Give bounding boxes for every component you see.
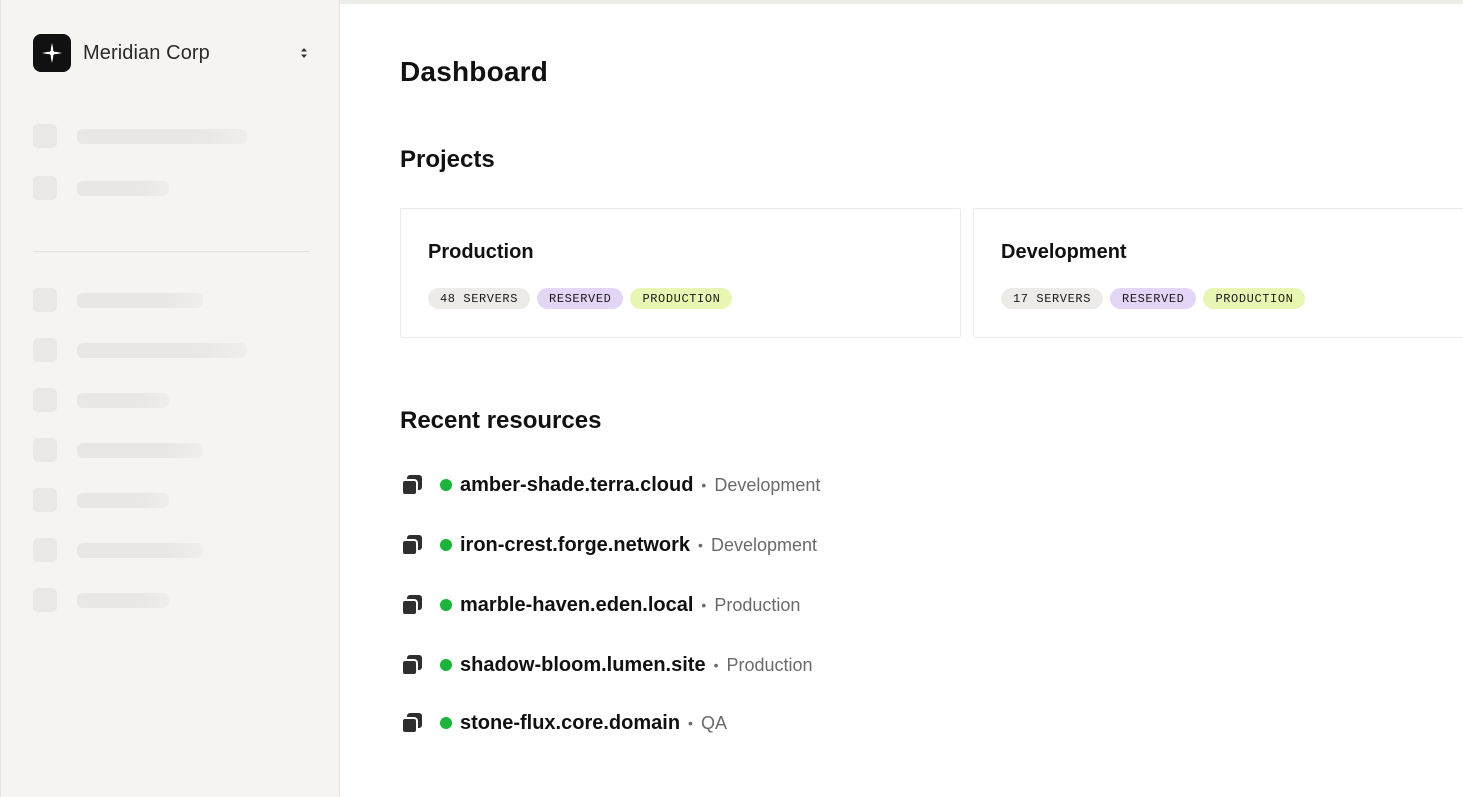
skeleton-label — [77, 592, 169, 608]
skeleton-icon — [33, 388, 57, 412]
skeleton-label — [77, 180, 169, 196]
skeleton-label — [77, 128, 247, 144]
sidebar-item-loading — [33, 588, 169, 612]
resource-row[interactable]: iron-crest.forge.network • Development — [400, 532, 817, 558]
skeleton-icon — [33, 588, 57, 612]
sidebar-item-loading — [33, 438, 203, 462]
resource-environment: Development — [714, 474, 821, 495]
resource-row[interactable]: shadow-bloom.lumen.site • Production — [400, 652, 813, 678]
server-stack-icon — [400, 593, 424, 617]
org-switcher[interactable]: Meridian Corp — [33, 34, 311, 72]
skeleton-icon — [33, 288, 57, 312]
status-online-dot — [440, 717, 452, 729]
sparkle-cross-icon — [33, 34, 71, 72]
separator: • — [701, 597, 707, 613]
project-name: Production — [428, 241, 534, 263]
reserved-badge: RESERVED — [537, 288, 624, 309]
sidebar-item-loading — [33, 288, 203, 312]
skeleton-label — [77, 442, 203, 458]
sidebar-item-loading — [33, 338, 247, 362]
sidebar-item-loading — [33, 388, 169, 412]
skeleton-label — [77, 342, 247, 358]
skeleton-icon — [33, 176, 57, 200]
recent-resources-heading: Recent resources — [400, 407, 602, 434]
resource-name[interactable]: iron-crest.forge.network — [460, 534, 690, 557]
skeleton-icon — [33, 124, 57, 148]
separator: • — [713, 657, 719, 673]
status-online-dot — [440, 599, 452, 611]
resource-row[interactable]: marble-haven.eden.local • Production — [400, 592, 800, 618]
separator: • — [688, 715, 693, 731]
server-stack-icon — [400, 653, 424, 677]
servers-count-badge: 17 SERVERS — [1001, 288, 1104, 309]
skeleton-icon — [33, 338, 57, 362]
servers-count-badge: 48 SERVERS — [428, 288, 531, 309]
skeleton-label — [77, 292, 203, 308]
separator: • — [698, 537, 703, 553]
skeleton-icon — [33, 538, 57, 562]
skeleton-label — [77, 392, 169, 408]
server-stack-icon — [400, 533, 424, 557]
production-badge: PRODUCTION — [630, 288, 733, 309]
sidebar-item-loading — [33, 176, 169, 200]
resource-row[interactable]: amber-shade.terra.cloud • Development — [400, 472, 820, 498]
projects-heading: Projects — [400, 146, 495, 173]
resource-environment: Production — [726, 654, 813, 675]
resource-name[interactable]: stone-flux.core.domain — [460, 712, 680, 735]
skeleton-label — [77, 492, 169, 508]
project-card-development[interactable]: Development 17 SERVERS RESERVED PRODUCTI… — [973, 208, 1463, 338]
status-online-dot — [440, 539, 452, 551]
skeleton-label — [77, 542, 203, 558]
page-title: Dashboard — [400, 56, 549, 87]
sidebar: Meridian Corp — [0, 0, 340, 797]
status-online-dot — [440, 659, 452, 671]
main-content: Dashboard Projects Production 48 SERVERS… — [340, 4, 1463, 797]
sidebar-item-loading — [33, 488, 169, 512]
project-name: Development — [1001, 241, 1127, 263]
sidebar-item-loading — [33, 124, 247, 148]
resource-name[interactable]: marble-haven.eden.local — [460, 594, 693, 617]
sidebar-divider — [33, 251, 309, 252]
skeleton-icon — [33, 438, 57, 462]
production-badge: PRODUCTION — [1203, 288, 1306, 309]
chevron-up-down-icon[interactable] — [297, 46, 311, 60]
reserved-badge: RESERVED — [1110, 288, 1197, 309]
status-online-dot — [440, 479, 452, 491]
resource-environment: QA — [700, 712, 727, 733]
resource-name[interactable]: amber-shade.terra.cloud — [460, 474, 693, 497]
resource-environment: Development — [710, 534, 818, 555]
resource-environment: Production — [714, 594, 801, 615]
skeleton-icon — [33, 488, 57, 512]
server-stack-icon — [400, 473, 424, 497]
resource-row[interactable]: stone-flux.core.domain • QA — [400, 710, 727, 736]
resource-name[interactable]: shadow-bloom.lumen.site — [460, 654, 706, 677]
project-tags: 48 SERVERS RESERVED PRODUCTION — [428, 288, 733, 309]
project-tags: 17 SERVERS RESERVED PRODUCTION — [1001, 288, 1306, 309]
server-stack-icon — [400, 711, 424, 735]
project-card-production[interactable]: Production 48 SERVERS RESERVED PRODUCTIO… — [400, 208, 961, 338]
separator: • — [701, 477, 707, 493]
sidebar-item-loading — [33, 538, 203, 562]
org-name: Meridian Corp — [83, 41, 210, 64]
